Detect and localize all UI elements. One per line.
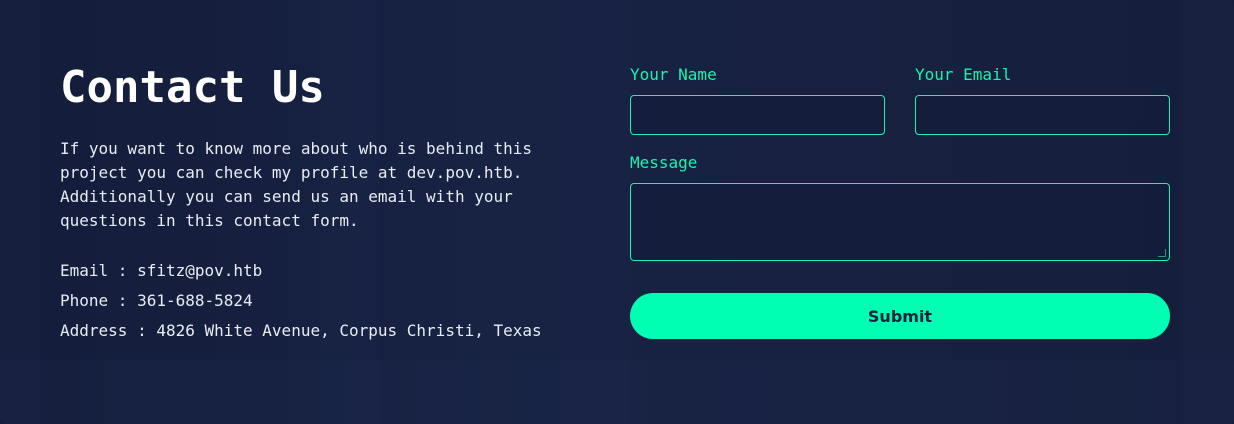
email-input[interactable] <box>915 95 1170 135</box>
name-label: Your Name <box>630 65 717 84</box>
email-info: Email : sfitz@pov.htb <box>60 261 263 280</box>
email-label: Your Email <box>915 65 1012 84</box>
resize-grip-icon[interactable] <box>1158 249 1166 257</box>
contact-section: Contact Us If you want to know more abou… <box>0 0 1234 424</box>
name-input[interactable] <box>630 95 885 135</box>
submit-button[interactable]: Submit <box>630 293 1170 339</box>
intro-text: If you want to know more about who is be… <box>60 139 533 230</box>
message-label: Message <box>630 153 698 172</box>
page-title: Contact Us <box>60 62 325 113</box>
address-info: Address : 4826 White Avenue, Corpus Chri… <box>60 321 542 340</box>
message-textarea[interactable] <box>630 183 1170 261</box>
phone-info: Phone : 361-688-5824 <box>60 291 253 310</box>
